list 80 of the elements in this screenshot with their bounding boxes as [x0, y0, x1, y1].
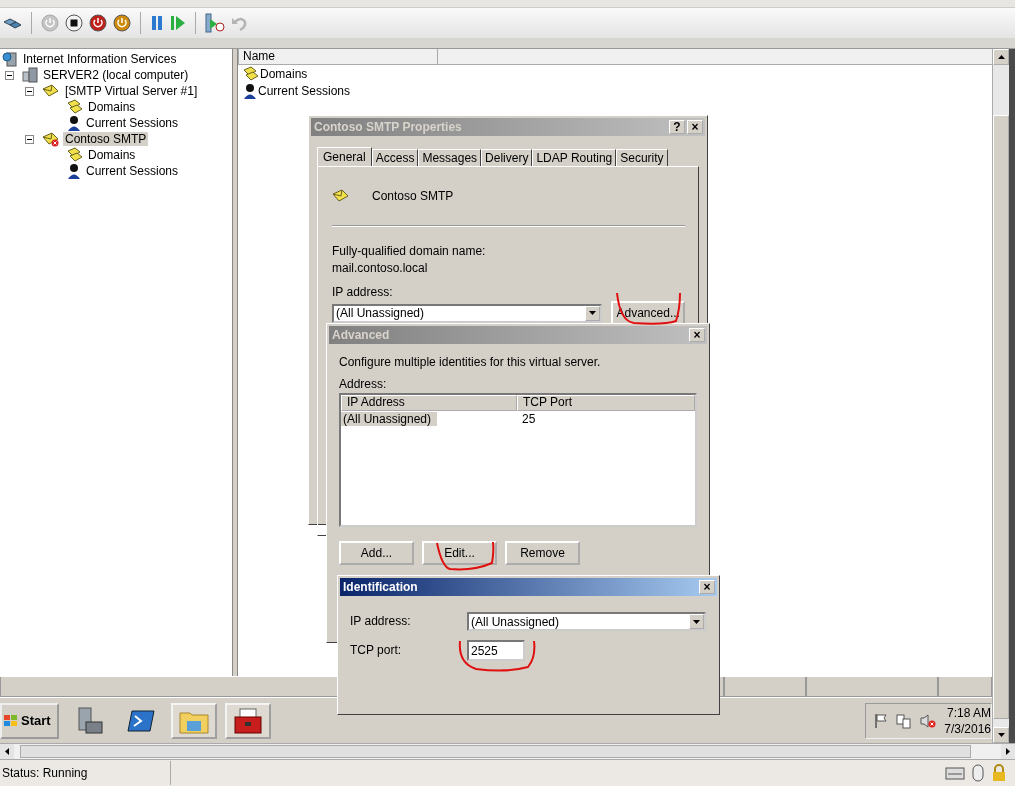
tree-item[interactable]: Domains: [86, 100, 138, 114]
left-arrow-icon[interactable]: [5, 748, 9, 755]
muted-speaker-icon[interactable]: [920, 712, 937, 729]
ip-address-dropdown[interactable]: (All Unassigned): [332, 303, 603, 323]
status-text: Status: Running: [2, 761, 171, 785]
server-name: Contoso SMTP: [372, 189, 454, 203]
tab[interactable]: Access: [371, 149, 419, 166]
port-field[interactable]: 2525: [467, 640, 525, 661]
keyboard-icon: [945, 765, 965, 781]
pause-icon[interactable]: [150, 14, 164, 32]
envelopes-icon: [243, 65, 259, 82]
tab[interactable]: LDAP Routing: [532, 149, 617, 166]
dialog-title: Contoso SMTP Properties: [314, 120, 462, 134]
toolbox-icon[interactable]: [232, 706, 263, 735]
field-label: IP address:: [332, 284, 394, 301]
tab[interactable]: Messages: [418, 149, 482, 166]
field-label: Address:: [339, 376, 388, 393]
column-header[interactable]: TCP Port: [517, 395, 695, 411]
windows-logo-icon: [4, 714, 18, 727]
vertical-scrollbar[interactable]: [992, 49, 1009, 743]
user-icon: [67, 115, 81, 131]
server-icon: [22, 67, 38, 83]
envelope-icon: [42, 83, 60, 99]
power-icon[interactable]: [89, 14, 107, 32]
terminal-icon[interactable]: [126, 708, 155, 733]
envelopes-icon: [67, 99, 83, 115]
clock-time: 7:18 AM: [946, 704, 991, 721]
list-item[interactable]: Current Sessions: [258, 83, 351, 98]
dialog-title: Advanced: [332, 328, 390, 342]
dialog-button[interactable]: Add...: [339, 541, 414, 565]
right-arrow-icon[interactable]: [1006, 748, 1010, 755]
server-globe-icon: [2, 51, 18, 67]
dialog-title: Identification: [343, 580, 418, 594]
stop-icon[interactable]: [65, 14, 83, 32]
power-icon[interactable]: [113, 14, 131, 32]
field-label: IP address:: [350, 613, 412, 630]
tree-item[interactable]: Internet Information Services: [21, 52, 179, 66]
up-arrow-icon[interactable]: [997, 55, 1005, 59]
horizontal-scrollbar[interactable]: [0, 743, 1015, 759]
dialog-button[interactable]: Remove: [505, 541, 580, 565]
collapse-toggle[interactable]: [25, 86, 34, 96]
user-icon: [67, 163, 81, 179]
down-arrow-icon[interactable]: [997, 733, 1005, 737]
dropdown-arrow-icon: [693, 619, 700, 624]
tab[interactable]: Security: [616, 149, 668, 166]
envelope-stop-icon: [42, 131, 60, 147]
lock-icon: [991, 764, 1007, 782]
start-button[interactable]: Start: [0, 702, 59, 739]
dropdown-arrow-icon: [589, 311, 597, 315]
field-label: Fully-qualified domain name:: [332, 243, 487, 260]
network-icon[interactable]: [896, 712, 913, 729]
tree-item[interactable]: [SMTP Virtual Server #1]: [63, 84, 200, 98]
snapshot-icon[interactable]: [205, 13, 225, 33]
field-label: TCP port:: [350, 642, 403, 659]
play-icon[interactable]: [170, 14, 186, 32]
tree-item[interactable]: Domains: [86, 148, 138, 162]
tree-item[interactable]: SERVER2 (local computer): [41, 68, 191, 82]
tab[interactable]: Delivery: [481, 149, 533, 166]
list-cell-text: 25: [521, 412, 537, 426]
envelopes-icon: [67, 147, 83, 163]
collapse-toggle[interactable]: [25, 134, 34, 144]
description-text: Configure multiple identities for this virtual server.: [339, 354, 602, 371]
column-header[interactable]: Name: [238, 49, 438, 65]
domain-name: mail.contoso.local: [332, 260, 429, 277]
collapse-toggle[interactable]: [5, 70, 14, 80]
close-button[interactable]: ×: [699, 580, 715, 594]
tab[interactable]: General: [317, 147, 372, 166]
tree-item[interactable]: Current Sessions: [84, 116, 181, 130]
tree-item[interactable]: Current Sessions: [84, 164, 181, 178]
taskbar-button[interactable]: [224, 702, 271, 739]
tree-item[interactable]: Contoso SMTP: [63, 132, 149, 146]
column-header[interactable]: IP Address: [341, 395, 517, 411]
mouse-icon: [971, 764, 985, 782]
envelope-icon: [332, 188, 350, 204]
flag-icon[interactable]: [874, 712, 889, 729]
list-cell[interactable]: (All Unassigned): [341, 412, 438, 426]
clock-date: 7/3/2016: [944, 720, 991, 737]
list-item[interactable]: Domains: [260, 66, 308, 81]
user-icon: [243, 82, 257, 99]
ip-address-dropdown[interactable]: (All Unassigned): [467, 612, 706, 631]
